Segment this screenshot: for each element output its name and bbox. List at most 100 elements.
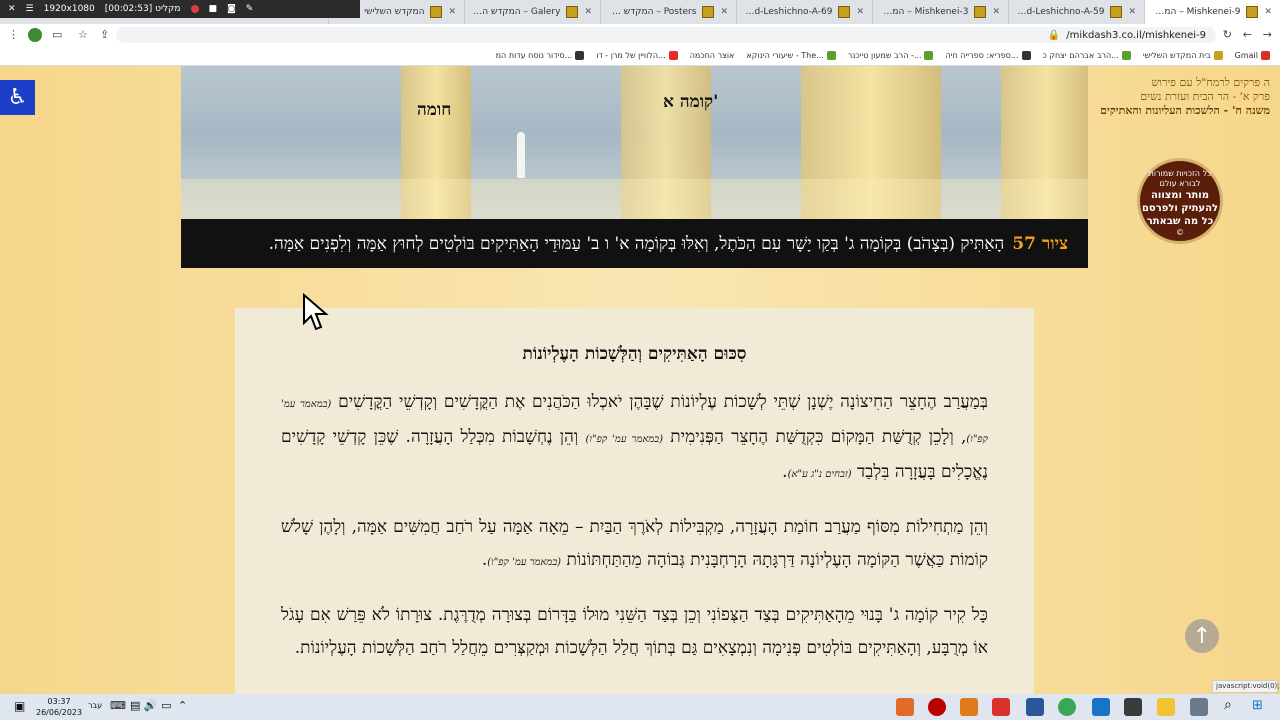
close-icon[interactable]: ✕ <box>720 7 728 17</box>
leaf-icon <box>826 51 836 60</box>
tab-limud-59[interactable]: ✕Limud-Leshichno-A-59 – ה <box>1008 0 1144 24</box>
search-icon[interactable]: ⌕ <box>1224 697 1232 713</box>
paragraph-1: בְּמַעֲרַב הֶחָצֵר הַחִיצוֹנָה יֶשְׁנָן … <box>281 392 989 482</box>
scroll-to-top-button[interactable]: ↑ <box>1185 619 1219 653</box>
seal-top-text: כל הזכויות שמורות לבורא עולם <box>1148 169 1212 188</box>
tab-mishkenei-9[interactable]: ✕Mishkenei-9 – המקדש השלישי <box>1144 0 1280 24</box>
bookmark-item[interactable]: הרב שמעון טייכנר -... <box>848 51 934 60</box>
bookmark-item[interactable]: הרב אברהם יצחק כ... <box>1043 51 1131 60</box>
sidur-icon <box>575 51 585 60</box>
notification-icon[interactable]: ▣ <box>14 699 25 713</box>
stop-icon[interactable]: ■ <box>209 4 218 14</box>
accessibility-icon[interactable]: ♿ <box>0 80 35 115</box>
bookmark-item[interactable]: הלוויין של מרן - דו... <box>596 51 678 60</box>
mail-icon[interactable] <box>1092 698 1110 716</box>
site-favicon-icon <box>566 6 579 18</box>
caption-number: ציור 57 <box>1012 233 1068 254</box>
back-icon[interactable]: ← <box>1243 28 1252 41</box>
site-favicon-icon <box>1213 51 1223 60</box>
youtube-icon <box>668 51 678 60</box>
leaf-icon <box>924 51 934 60</box>
forward-icon[interactable]: → <box>1263 28 1272 41</box>
url-field[interactable]: mikdash3.co.il/mishkenei-9/🔒 <box>116 27 1216 43</box>
lock-icon: 🔒 <box>1047 29 1061 41</box>
close-icon[interactable]: ✕ <box>1264 7 1272 17</box>
bookmarks-bar: Gmail בית המקדש השלישי הרב אברהם יצחק כ.… <box>0 46 1280 66</box>
illustration-image: חומה קומה א' <box>181 66 1088 219</box>
tab-mishkenei-3[interactable]: ✕Mishkenei-3 – המקדש השלישי <box>872 0 1008 24</box>
app-icon[interactable] <box>992 698 1010 716</box>
bookmark-item[interactable]: שיעורי הינוקא - The... <box>746 51 836 60</box>
close-icon[interactable]: ✕ <box>584 7 592 17</box>
status-url: javascript:void(0); <box>1212 680 1280 693</box>
leaf-icon <box>1121 51 1131 60</box>
seal-main-text: מותר ומצווה להעתיק ולפרסם כל מה שבאתר <box>1141 190 1219 227</box>
camera-icon[interactable]: ◙ <box>227 4 236 14</box>
seal-symbol: © <box>1176 228 1184 237</box>
site-favicon-icon <box>838 6 851 18</box>
bookmark-item[interactable]: בית המקדש השלישי <box>1143 51 1223 60</box>
folder-icon[interactable] <box>1157 698 1175 716</box>
reference: (במאמר עמ' קפ"ו) <box>487 557 562 568</box>
sefaria-icon <box>1021 51 1031 60</box>
profile-avatar[interactable] <box>28 28 42 42</box>
site-favicon-icon <box>1246 6 1259 18</box>
task-view-icon[interactable] <box>1190 698 1208 716</box>
language-indicator[interactable]: עבר <box>88 701 102 710</box>
recorder-resolution: 1920x1080 <box>43 4 95 14</box>
floor-reflection <box>181 179 1088 219</box>
system-clock[interactable]: 03:37 26/06/2023 <box>36 696 82 718</box>
recorder-timer: [00:02:53] מקליט <box>104 4 181 14</box>
keyboard-icon[interactable]: ⌨ <box>110 699 126 712</box>
chrome-icon[interactable] <box>1058 698 1076 716</box>
copyright-seal: כל הזכויות שמורות לבורא עולם מותר ומצווה… <box>1137 158 1223 244</box>
site-favicon-icon <box>1110 6 1123 18</box>
app-icon[interactable] <box>960 698 978 716</box>
label-wall: חומה <box>417 100 452 120</box>
tab-galery[interactable]: ✕Galery – המקדש השלישי <box>464 0 600 24</box>
menu-icon[interactable]: ☰ <box>26 4 34 14</box>
reload-icon[interactable]: ↻ <box>1223 28 1232 41</box>
tab-posters[interactable]: ✕Posters – המקדש השלישי <box>600 0 736 24</box>
close-icon[interactable]: ✕ <box>8 4 16 14</box>
star-icon[interactable]: ☆ <box>78 28 88 41</box>
figure-caption: ציור 57 הָאַתִּיק (בְּצָהֹב) בְּקוֹמָה ג… <box>181 219 1088 268</box>
word-icon[interactable] <box>1026 698 1044 716</box>
store-icon[interactable] <box>1124 698 1142 716</box>
caption-text: הָאַתִּיק (בְּצָהֹב) בְּקוֹמָה ג' בְּקַו… <box>268 233 1005 254</box>
pen-icon[interactable]: ✎ <box>246 4 254 14</box>
site-favicon-icon <box>702 6 715 18</box>
person-figure <box>517 132 525 178</box>
reference: (זבחים נ"ג ע"א) <box>787 469 852 480</box>
record-app-icon[interactable] <box>928 698 946 716</box>
chevron-up-icon[interactable]: ⌃ <box>178 699 187 712</box>
bookmark-item[interactable]: ספריא: ספרייה חיה... <box>945 51 1031 60</box>
article-heading: סִכּוּם הָאַתִּיקִים וְהַלְּשָׁכוֹת הָעֶ… <box>522 344 747 364</box>
bookmark-item[interactable]: סידור נוסח עדות המ... <box>496 51 585 60</box>
bookmark-gmail[interactable]: Gmail <box>1235 51 1270 60</box>
windows-taskbar: ▣ 03:37 26/06/2023 עבר ⌨ ▤ 🔊 ▭ ⌃ ⌕ ⊞ <box>0 694 1280 720</box>
close-icon[interactable]: ✕ <box>448 7 456 17</box>
mouse-cursor-icon <box>303 293 329 331</box>
share-icon[interactable]: ⇪ <box>100 28 109 41</box>
address-bar: ⋮ ▭ ☆ ⇪ ◎ mikdash3.co.il/mishkenei-9/🔒 ↻… <box>0 24 1280 46</box>
site-favicon-icon <box>430 6 443 18</box>
start-icon[interactable]: ⊞ <box>1252 698 1263 713</box>
app-icon[interactable] <box>896 698 914 716</box>
close-icon[interactable]: ✕ <box>1128 7 1136 17</box>
gmail-icon <box>1261 51 1270 60</box>
record-icon[interactable] <box>190 5 199 13</box>
bookmark-item[interactable]: אוצר החכמה <box>690 51 735 60</box>
paragraph-3: כָּל קִיר קוֹמָה ג' בָּנוּי מֵהָאַתִּיקִ… <box>281 605 988 658</box>
label-floor: קומה א' <box>663 92 719 112</box>
recorder-bar: ✕ ☰ 1920x1080 [00:02:53] מקליט ■ ◙ ✎ <box>0 0 360 18</box>
close-icon[interactable]: ✕ <box>992 7 1000 17</box>
close-icon[interactable]: ✕ <box>856 7 864 17</box>
site-favicon-icon <box>974 6 987 18</box>
more-icon[interactable]: ⋮ <box>8 28 19 41</box>
paragraph-2: וְהֵן מַתְחִילוֹת מִסּוֹף מַעֲרַב חוֹמַת… <box>281 517 988 570</box>
tab-limud-69[interactable]: ✕Limud-Leshichno-A-69 – ה <box>736 0 872 24</box>
article-box: סִכּוּם הָאַתִּיקִים וְהַלְּשָׁכוֹת הָעֶ… <box>235 308 1034 694</box>
sidepanel-icon[interactable]: ▭ <box>52 28 62 41</box>
tray-icons[interactable]: ▤ 🔊 ▭ <box>130 699 171 712</box>
